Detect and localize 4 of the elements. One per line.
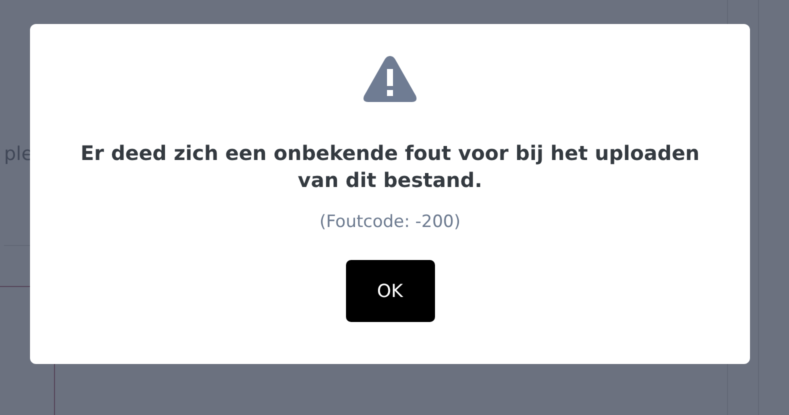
error-message: Er deed zich een onbekende fout voor bij het uploaden van dit bestand. <box>80 140 700 194</box>
error-code: (Foutcode: -200) <box>320 212 460 232</box>
warning-icon <box>362 54 418 104</box>
ok-button[interactable]: OK <box>346 260 434 322</box>
